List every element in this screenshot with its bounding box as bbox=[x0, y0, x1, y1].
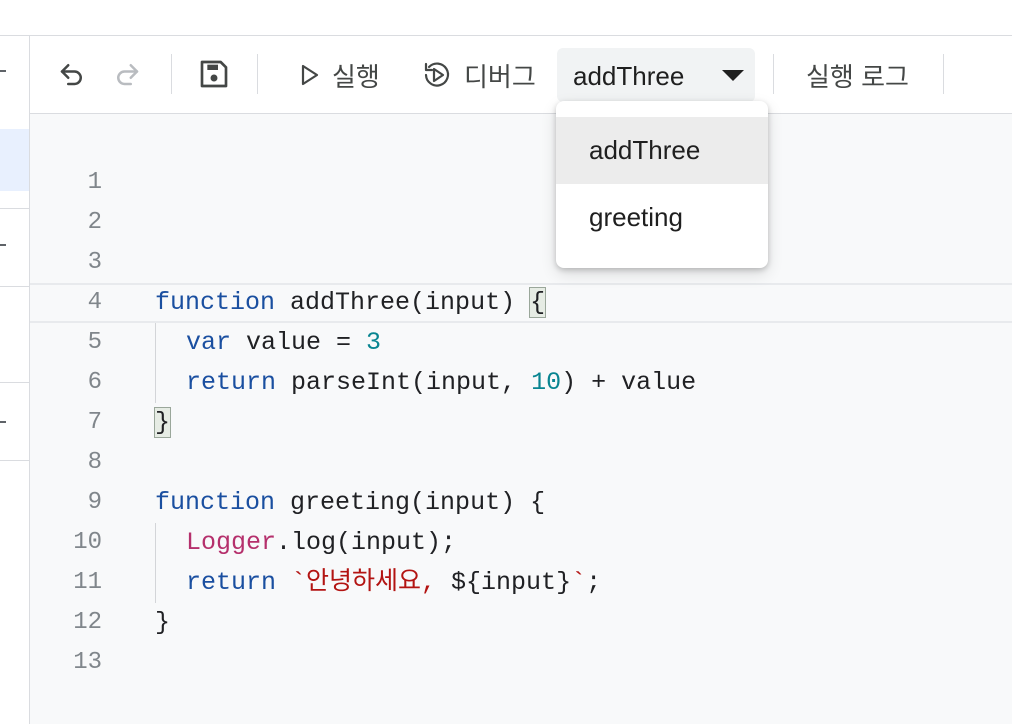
sidebar-collapse-icon[interactable] bbox=[0, 421, 6, 423]
code-line: 10 Logger.log(input); bbox=[30, 523, 1012, 563]
execution-log-button[interactable]: 실행 로그 bbox=[806, 58, 909, 92]
save-icon bbox=[200, 60, 228, 88]
toolbar-divider bbox=[773, 54, 774, 94]
dropdown-option-greeting[interactable]: greeting bbox=[556, 184, 768, 251]
code-token: value = bbox=[231, 328, 367, 357]
code-line: 8 bbox=[30, 443, 1012, 483]
code-line: 1 bbox=[30, 163, 1012, 203]
string-token: ` bbox=[571, 568, 587, 597]
code-text: function greeting(input) { bbox=[155, 483, 545, 523]
number-token: 10 bbox=[531, 368, 562, 397]
code-token: parseInt(input, bbox=[276, 368, 532, 397]
save-button[interactable] bbox=[194, 56, 234, 92]
redo-button[interactable] bbox=[107, 56, 147, 92]
toolbar-divider bbox=[257, 54, 258, 94]
code-line: 7 } bbox=[30, 403, 1012, 443]
code-line: 11 return `안녕하세요, ${input}`; bbox=[30, 563, 1012, 603]
sidebar-divider bbox=[0, 286, 29, 287]
function-dropdown-menu: addThree greeting bbox=[556, 101, 768, 268]
code-line: 12 } bbox=[30, 603, 1012, 643]
code-token: ) + value bbox=[561, 368, 697, 397]
template-expression-token: ${input} bbox=[451, 568, 572, 597]
line-number: 2 bbox=[87, 209, 102, 236]
code-token: } bbox=[155, 608, 171, 637]
sidebar-selected-item[interactable] bbox=[0, 129, 29, 191]
debug-icon bbox=[424, 62, 450, 87]
sidebar-collapse-icon[interactable] bbox=[0, 244, 6, 246]
function-select[interactable]: addThree bbox=[557, 48, 755, 102]
indent-guide bbox=[155, 323, 156, 403]
code-text: } bbox=[153, 403, 172, 443]
toolbar-divider bbox=[171, 54, 172, 94]
toolbar-divider bbox=[943, 54, 944, 94]
code-token: .log(input); bbox=[276, 528, 457, 557]
code-line-current: 4 function addThree(input) { bbox=[30, 283, 1012, 323]
line-number: 3 bbox=[87, 249, 102, 276]
line-number: 11 bbox=[73, 569, 102, 596]
object-token: Logger bbox=[186, 528, 277, 557]
number-token: 3 bbox=[366, 328, 382, 357]
indent-guide bbox=[155, 523, 156, 603]
function-select-value: addThree bbox=[573, 61, 685, 91]
run-label: 실행 bbox=[332, 61, 380, 92]
sidebar-divider bbox=[0, 460, 29, 461]
code-token: addThree(input) bbox=[275, 288, 531, 317]
line-number: 9 bbox=[87, 489, 102, 516]
code-text: Logger.log(input); bbox=[186, 523, 456, 563]
line-number: 13 bbox=[73, 649, 102, 676]
matched-brace: { bbox=[529, 287, 547, 318]
play-icon bbox=[301, 64, 319, 86]
keyword-token: function bbox=[155, 488, 276, 517]
window-top-bar bbox=[0, 0, 1012, 36]
code-token: greeting(input) { bbox=[275, 488, 546, 517]
line-number: 12 bbox=[73, 609, 102, 636]
code-line: 6 return parseInt(input, 10) + value bbox=[30, 363, 1012, 403]
code-text: return `안녕하세요, ${input}`; bbox=[186, 563, 601, 603]
debug-label: 디버그 bbox=[464, 61, 536, 92]
line-number: 4 bbox=[87, 289, 102, 316]
code-line: 9 function greeting(input) { bbox=[30, 483, 1012, 523]
line-number: 1 bbox=[87, 169, 102, 196]
sidebar-divider bbox=[0, 208, 29, 209]
dropdown-option-addThree[interactable]: addThree bbox=[556, 117, 768, 184]
keyword-token: return bbox=[186, 568, 277, 597]
string-token: `안녕하세요, bbox=[291, 568, 452, 597]
undo-button[interactable] bbox=[52, 56, 92, 92]
line-number: 10 bbox=[73, 529, 102, 556]
sidebar-divider bbox=[0, 382, 29, 383]
keyword-token: function bbox=[155, 288, 276, 317]
matched-brace: } bbox=[153, 407, 172, 438]
code-token: ; bbox=[586, 568, 602, 597]
line-number: 6 bbox=[87, 369, 102, 396]
line-number: 5 bbox=[87, 329, 102, 356]
caret-down-icon bbox=[722, 70, 744, 81]
sidebar-collapse-icon[interactable] bbox=[0, 70, 6, 72]
line-number: 7 bbox=[87, 409, 102, 436]
code-line: 5 var value = 3 bbox=[30, 323, 1012, 363]
code-text: } bbox=[155, 603, 170, 643]
line-number: 8 bbox=[87, 449, 102, 476]
run-button[interactable]: 실행 bbox=[298, 58, 380, 92]
undo-icon bbox=[60, 64, 82, 86]
debug-button[interactable]: 디버그 bbox=[422, 58, 536, 92]
left-sidebar bbox=[0, 36, 30, 724]
code-line: 3 bbox=[30, 243, 1012, 283]
keyword-token: var bbox=[186, 328, 232, 357]
keyword-token: return bbox=[186, 368, 277, 397]
execution-log-label: 실행 로그 bbox=[806, 61, 909, 92]
code-text: return parseInt(input, 10) + value bbox=[186, 363, 696, 403]
redo-icon bbox=[117, 64, 139, 86]
code-line: 13 bbox=[30, 643, 1012, 683]
code-line: 2 bbox=[30, 203, 1012, 243]
code-editor[interactable]: 1 2 3 4 function addThree(input) { 5 var… bbox=[30, 114, 1012, 724]
code-text: function addThree(input) { bbox=[155, 283, 547, 323]
editor-toolbar: 실행 디버그 addThree 실행 로그 bbox=[30, 36, 1012, 114]
code-text: var value = 3 bbox=[186, 323, 381, 363]
